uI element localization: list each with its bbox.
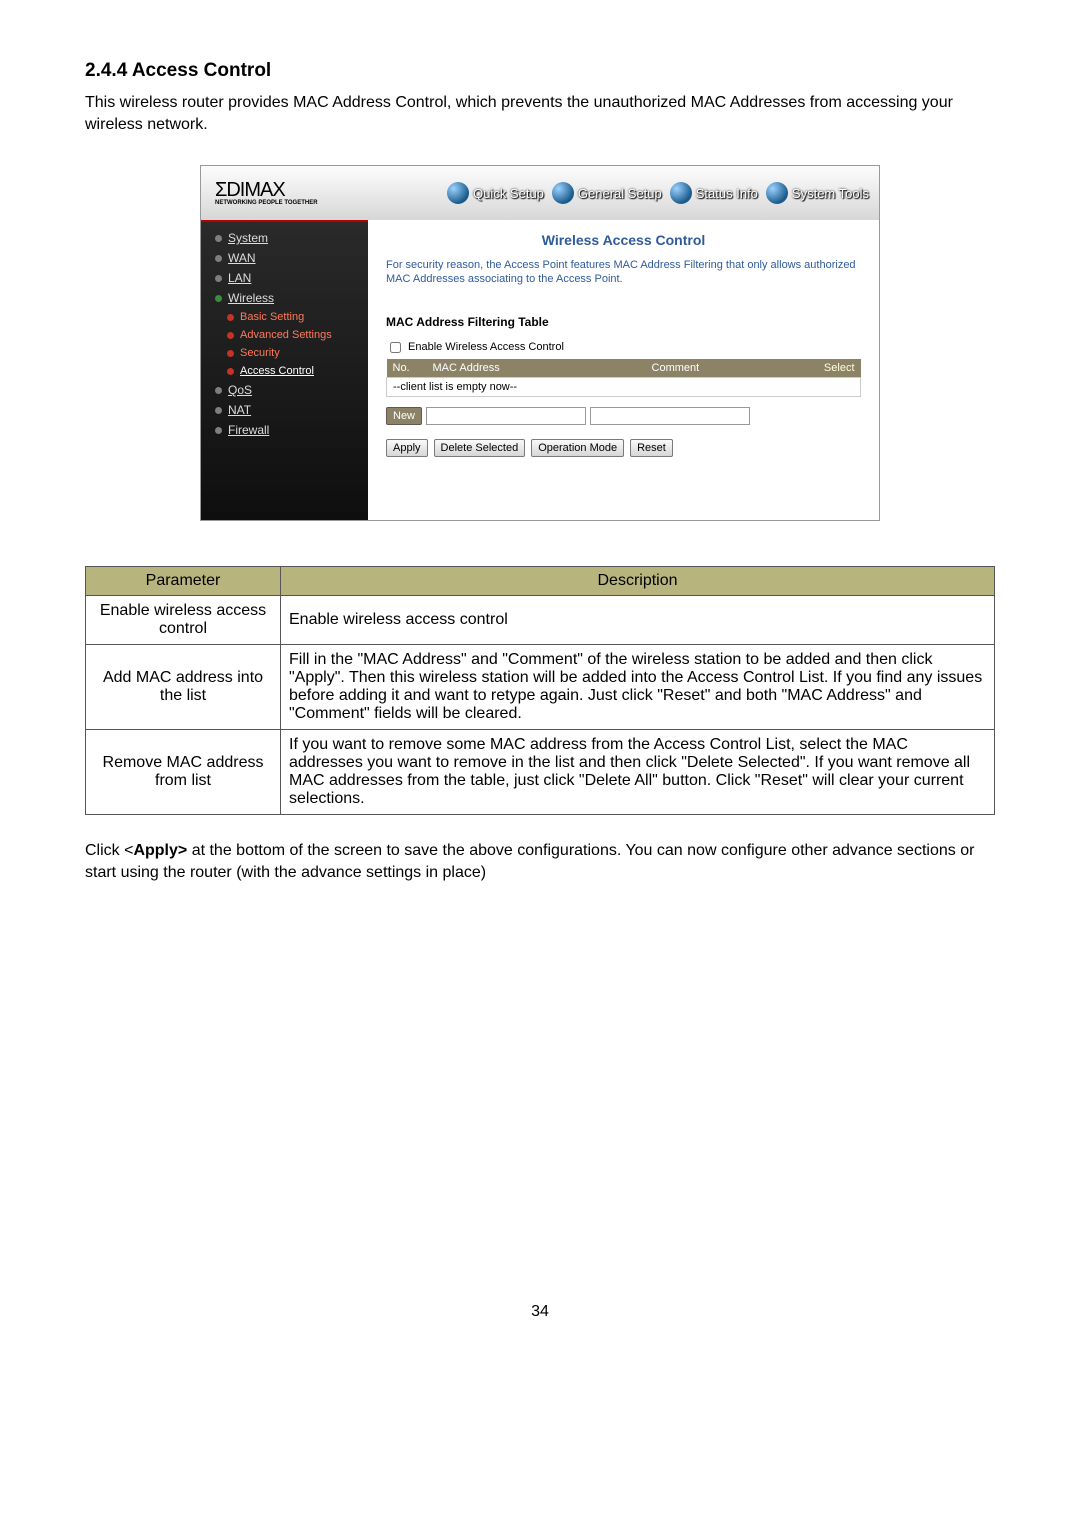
sidebar-item-label: Firewall [228, 423, 269, 437]
desc-header: Description [281, 567, 995, 596]
desc-cell: If you want to remove some MAC address f… [281, 730, 995, 815]
sidebar-item-access-control[interactable]: Access Control [201, 362, 368, 380]
globe-icon [766, 182, 788, 204]
empty-row: --client list is empty now-- [387, 377, 861, 396]
bottom-text-bold: Apply> [133, 842, 187, 859]
page-number: 34 [85, 1303, 995, 1321]
param-cell: Remove MAC address from list [86, 730, 281, 815]
sidebar-item-wireless[interactable]: Wireless [201, 288, 368, 308]
sidebar-item-wan[interactable]: WAN [201, 248, 368, 268]
intro-text: This wireless router provides MAC Addres… [85, 92, 995, 135]
bottom-text-part: at the bottom of the screen to save the … [85, 842, 974, 881]
nav-label: Status Info [696, 186, 758, 201]
param-cell: Add MAC address into the list [86, 645, 281, 730]
content-pane: Wireless Access Control For security rea… [368, 220, 879, 520]
content-title: Wireless Access Control [386, 232, 861, 248]
sidebar-item-label: System [228, 231, 268, 245]
parameter-table: Parameter Description Enable wireless ac… [85, 566, 995, 815]
nav-label: Quick Setup [473, 186, 544, 201]
th-mac: MAC Address [427, 359, 646, 378]
nav-quick-setup[interactable]: Quick Setup [447, 182, 544, 204]
sidebar-item-security[interactable]: Security [201, 344, 368, 362]
sidebar-item-label: Basic Setting [240, 311, 304, 323]
enable-label: Enable Wireless Access Control [408, 341, 564, 353]
reset-button[interactable]: Reset [630, 439, 673, 457]
sidebar-item-label: NAT [228, 403, 251, 417]
th-no: No. [387, 359, 427, 378]
top-nav: Quick Setup General Setup Status Info Sy… [368, 182, 879, 204]
nav-system-tools[interactable]: System Tools [766, 182, 869, 204]
sidebar: System WAN LAN Wireless Basic Setting Ad… [201, 220, 368, 520]
sidebar-item-label: Wireless [228, 291, 274, 305]
sidebar-item-label: Access Control [240, 365, 314, 377]
filter-table-title: MAC Address Filtering Table [386, 315, 861, 329]
bottom-note: Click <Apply> at the bottom of the scree… [85, 840, 995, 883]
sidebar-item-label: Security [240, 347, 280, 359]
bottom-text-part: Click < [85, 842, 133, 859]
th-select: Select [811, 359, 861, 378]
new-button[interactable]: New [386, 407, 422, 425]
nav-label: General Setup [578, 186, 662, 201]
sidebar-item-label: Advanced Settings [240, 329, 332, 341]
brand-logo-tagline: NETWORKING PEOPLE TOGETHER [215, 200, 368, 206]
operation-mode-button[interactable]: Operation Mode [531, 439, 624, 457]
sidebar-item-advanced[interactable]: Advanced Settings [201, 326, 368, 344]
comment-input[interactable] [590, 407, 750, 425]
globe-icon [447, 182, 469, 204]
router-screenshot: ΣDIMAX NETWORKING PEOPLE TOGETHER Quick … [200, 165, 880, 521]
nav-status-info[interactable]: Status Info [670, 182, 758, 204]
sidebar-item-system[interactable]: System [201, 228, 368, 248]
th-comment: Comment [646, 359, 811, 378]
delete-selected-button[interactable]: Delete Selected [434, 439, 526, 457]
brand-logo-text: ΣDIMAX [215, 179, 285, 201]
globe-icon [670, 182, 692, 204]
param-header: Parameter [86, 567, 281, 596]
apply-button[interactable]: Apply [386, 439, 428, 457]
globe-icon [552, 182, 574, 204]
brand-logo: ΣDIMAX NETWORKING PEOPLE TOGETHER [201, 180, 368, 206]
sidebar-item-nat[interactable]: NAT [201, 400, 368, 420]
sidebar-item-firewall[interactable]: Firewall [201, 420, 368, 440]
param-cell: Enable wireless access control [86, 596, 281, 645]
mac-table: No. MAC Address Comment Select --client … [386, 359, 861, 397]
nav-label: System Tools [792, 186, 869, 201]
mac-input[interactable] [426, 407, 586, 425]
sidebar-item-basic[interactable]: Basic Setting [201, 308, 368, 326]
content-desc: For security reason, the Access Point fe… [386, 258, 861, 287]
sidebar-item-label: QoS [228, 383, 252, 397]
sidebar-item-label: WAN [228, 251, 256, 265]
sidebar-item-qos[interactable]: QoS [201, 380, 368, 400]
desc-cell: Fill in the "MAC Address" and "Comment" … [281, 645, 995, 730]
sidebar-item-lan[interactable]: LAN [201, 268, 368, 288]
enable-checkbox[interactable] [390, 342, 401, 353]
desc-cell: Enable wireless access control [281, 596, 995, 645]
table-row: Add MAC address into the list Fill in th… [86, 645, 995, 730]
table-row: Remove MAC address from list If you want… [86, 730, 995, 815]
nav-general-setup[interactable]: General Setup [552, 182, 662, 204]
table-row: Enable wireless access control Enable wi… [86, 596, 995, 645]
section-heading: 2.4.4 Access Control [85, 60, 995, 82]
sidebar-item-label: LAN [228, 271, 251, 285]
